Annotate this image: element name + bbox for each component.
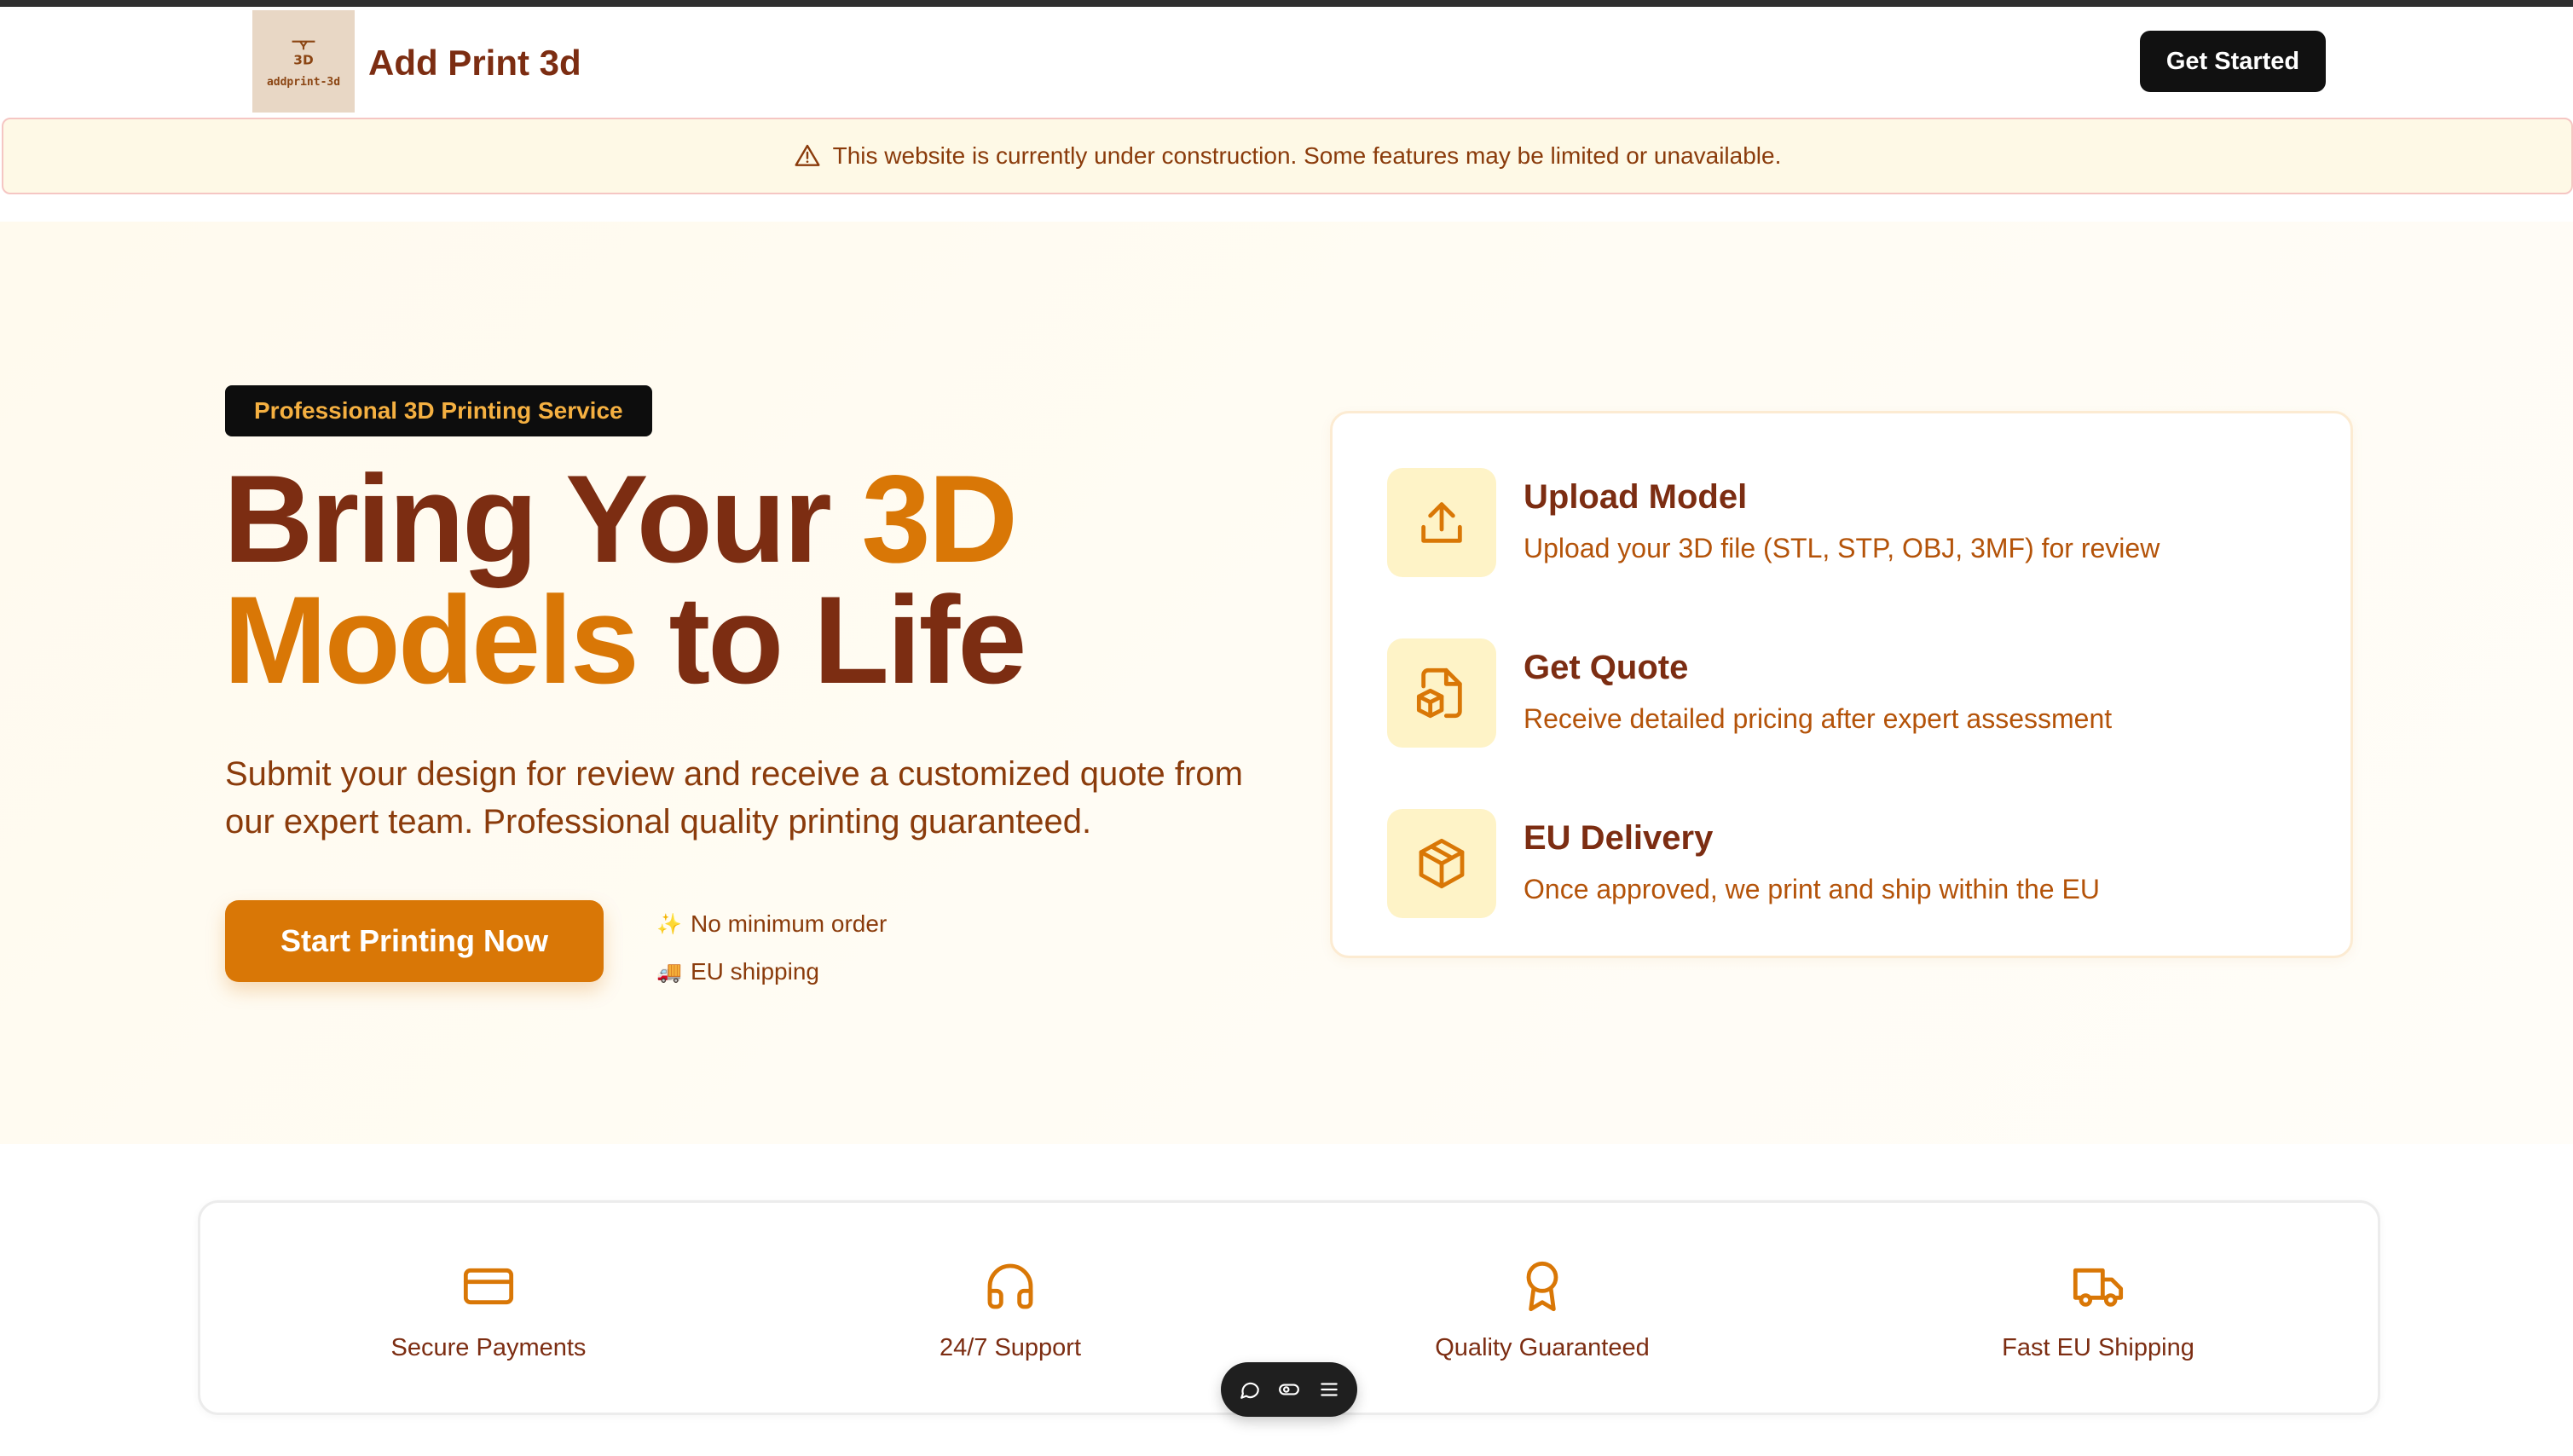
sparkles-icon: ✨: [656, 912, 682, 936]
process-steps-card: Upload Model Upload your 3D file (STL, S…: [1330, 411, 2353, 958]
step-title: Upload Model: [1524, 478, 1748, 516]
step-icon-box: [1387, 638, 1496, 748]
site-header: 3D addprint-3d Add Print 3d Get Started: [0, 7, 2573, 116]
feature-label: Quality Guaranteed: [1435, 1334, 1650, 1361]
step-description: Upload your 3D file (STL, STP, OBJ, 3MF)…: [1524, 533, 2160, 563]
chat-bubble-icon[interactable]: [1239, 1378, 1261, 1401]
feature-quality: Quality Guaranteed: [1372, 1259, 1713, 1362]
brand-name[interactable]: Add Print 3d: [368, 43, 581, 84]
headphones-icon: [987, 1263, 1033, 1309]
perk-eu-shipping: 🚚 EU shipping: [656, 948, 887, 996]
get-started-button[interactable]: Get Started: [2140, 31, 2326, 92]
banner-message: This website is currently under construc…: [832, 142, 1782, 169]
hero-section: Professional 3D Printing Service Bring Y…: [0, 222, 2573, 1144]
feature-support: 24/7 Support: [840, 1259, 1181, 1362]
perk-label: EU shipping: [691, 958, 819, 985]
printer-logo-icon: 3D: [292, 40, 315, 67]
perk-no-minimum: ✨ No minimum order: [656, 900, 887, 948]
package-icon: [1419, 838, 1465, 889]
feature-fast-shipping: Fast EU Shipping: [1928, 1259, 2269, 1362]
step-description: Once approved, we print and ship within …: [1524, 874, 2100, 904]
award-icon: [1526, 1261, 1558, 1312]
toggle-icon[interactable]: [1278, 1378, 1300, 1401]
step-icon-box: [1387, 468, 1496, 577]
warning-icon: [795, 144, 820, 166]
credit-card-icon: [463, 1268, 514, 1305]
step-title: EU Delivery: [1524, 819, 1714, 857]
step-get-quote: Get Quote Receive detailed pricing after…: [1387, 638, 2325, 749]
step-upload-model: Upload Model Upload your 3D file (STL, S…: [1387, 468, 2325, 579]
feature-label: Secure Payments: [390, 1334, 587, 1361]
construction-banner: This website is currently under construc…: [2, 118, 2573, 194]
feature-secure-payments: Secure Payments: [318, 1259, 659, 1362]
svg-text:3D: 3D: [293, 52, 313, 67]
file-box-icon: [1416, 667, 1462, 719]
service-badge: Professional 3D Printing Service: [225, 385, 652, 436]
upload-icon: [1421, 502, 1462, 543]
hero-headline: Bring Your 3D Models to Life: [223, 457, 1026, 702]
delivery-truck-emoji-icon: 🚚: [656, 960, 682, 984]
start-printing-button[interactable]: Start Printing Now: [225, 900, 604, 982]
floating-toolbar: [1221, 1362, 1357, 1417]
brand-logo[interactable]: 3D addprint-3d: [252, 10, 355, 113]
headline-part-1: Bring Your: [223, 449, 862, 588]
perks-list: ✨ No minimum order 🚚 EU shipping: [656, 900, 887, 996]
hero-subheading: Submit your design for review and receiv…: [225, 755, 1243, 841]
logo-wordmark: addprint-3d: [266, 75, 341, 89]
step-icon-box: [1387, 809, 1496, 918]
window-top-bar: [0, 0, 2573, 7]
perk-label: No minimum order: [691, 910, 888, 937]
headline-accent-1: 3D: [861, 449, 1018, 588]
truck-icon: [2073, 1268, 2124, 1307]
headline-accent-2: Models: [223, 570, 639, 709]
step-title: Get Quote: [1524, 649, 1689, 686]
feature-label: Fast EU Shipping: [2002, 1334, 2194, 1361]
menu-icon[interactable]: [1318, 1378, 1340, 1401]
feature-label: 24/7 Support: [939, 1334, 1082, 1361]
headline-part-2: to Life: [636, 570, 1027, 709]
step-eu-delivery: EU Delivery Once approved, we print and …: [1387, 809, 2325, 920]
step-description: Receive detailed pricing after expert as…: [1524, 703, 2113, 734]
